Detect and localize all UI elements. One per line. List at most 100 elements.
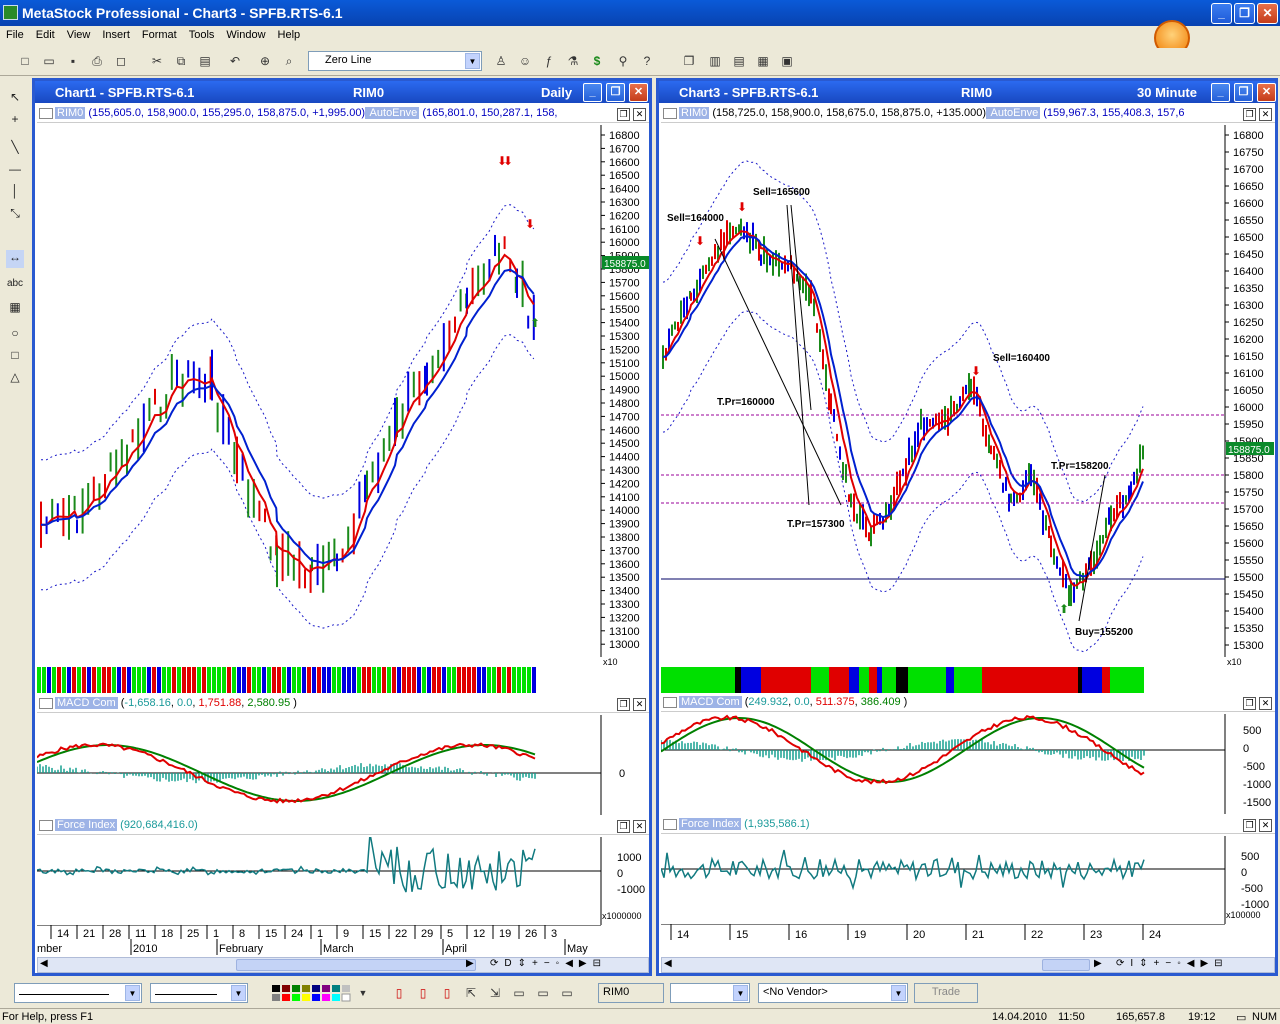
chart1-scrollbar[interactable]: ◀ ▶ ⟳D⇕+−◦◀▶⊟ bbox=[37, 957, 649, 973]
system-icon[interactable]: ⚗ bbox=[564, 52, 582, 70]
chart3-force-plot[interactable]: 5000-500-1000x100000 bbox=[661, 836, 1275, 924]
print-icon[interactable]: ⎙ bbox=[88, 52, 106, 70]
scroll-thumb[interactable] bbox=[1042, 959, 1090, 971]
chart1-force-plot[interactable]: 1000 0 -1000 x1000000 bbox=[37, 837, 649, 925]
object-tool-7-icon[interactable]: ▭ bbox=[534, 984, 552, 1002]
crosshair-tool-icon[interactable]: + bbox=[6, 112, 24, 130]
layout-icon[interactable]: ▣ bbox=[778, 52, 796, 70]
chevron-down-icon[interactable]: ▼ bbox=[733, 985, 748, 1001]
palette-swatches[interactable] bbox=[270, 984, 354, 1002]
menu-help[interactable]: Help bbox=[272, 26, 307, 41]
zoom-icon[interactable]: ⌕ bbox=[280, 52, 298, 70]
open-icon[interactable]: ▭ bbox=[40, 52, 58, 70]
color-palette[interactable] bbox=[270, 984, 354, 1002]
dollar-icon[interactable]: $ bbox=[588, 52, 606, 70]
cascade-icon[interactable]: ❐ bbox=[680, 52, 698, 70]
pane-maximize-button[interactable]: ❐ bbox=[617, 108, 630, 121]
chevron-down-icon[interactable]: ▼ bbox=[125, 985, 140, 1001]
pointer-icon[interactable]: ↖ bbox=[6, 90, 24, 108]
menu-insert[interactable]: Insert bbox=[96, 26, 136, 41]
chart1-zoom-controls[interactable]: ⟳D⇕+−◦◀▶⊟ bbox=[490, 958, 607, 969]
line-width-select[interactable]: ▼ bbox=[150, 983, 248, 1003]
line-type-select[interactable]: ▼ bbox=[14, 983, 142, 1003]
cut-icon[interactable]: ✂ bbox=[148, 52, 166, 70]
symbol-field[interactable]: RIM0 bbox=[598, 983, 664, 1003]
menu-format[interactable]: Format bbox=[136, 26, 183, 41]
security-select[interactable]: ▼ bbox=[670, 983, 750, 1003]
chart3-macd-plot[interactable]: 500 0 -500 -1000 -1500 bbox=[661, 714, 1275, 814]
palette-dropdown-icon[interactable]: ▼ bbox=[354, 984, 372, 1002]
text-icon[interactable]: abc bbox=[6, 278, 24, 296]
rectangle-icon[interactable]: □ bbox=[6, 348, 24, 366]
trade-button[interactable]: Trade bbox=[914, 983, 978, 1003]
copy-icon[interactable]: ⧉ bbox=[172, 52, 190, 70]
vertical-line-icon[interactable]: │ bbox=[6, 184, 24, 202]
crosshair-icon[interactable]: ⊕ bbox=[256, 52, 274, 70]
minimize-button[interactable]: _ bbox=[1211, 3, 1232, 24]
chart3-maximize-button[interactable]: ❐ bbox=[1234, 83, 1253, 102]
menu-view[interactable]: View bbox=[61, 26, 97, 41]
close-button[interactable]: ✕ bbox=[1257, 3, 1278, 24]
chart1-macd-plot[interactable]: 0 bbox=[37, 715, 649, 815]
triangle-icon[interactable]: △ bbox=[6, 370, 24, 388]
pane-maximize-button[interactable]: ❐ bbox=[1243, 697, 1256, 710]
chart3-scrollbar[interactable]: ◀ ▶ ⟳I⇕+−◦◀▶⊟ bbox=[661, 957, 1275, 973]
maximize-button[interactable]: ❐ bbox=[1234, 3, 1255, 24]
pane-close-button[interactable]: ✕ bbox=[1259, 108, 1272, 121]
scroll-right-icon[interactable]: ▶ bbox=[1094, 958, 1102, 969]
object-tool-1-icon[interactable]: ▯ bbox=[390, 984, 408, 1002]
chart1-price-plot[interactable]: 1680016700 1660016500 164001630016200 16100… bbox=[37, 125, 649, 665]
object-tool-4-icon[interactable]: ⇱ bbox=[462, 984, 480, 1002]
menu-edit[interactable]: Edit bbox=[30, 26, 61, 41]
pane-close-button[interactable]: ✕ bbox=[1259, 697, 1272, 710]
object-tool-2-icon[interactable]: ▯ bbox=[414, 984, 432, 1002]
save-icon[interactable]: ▪ bbox=[64, 52, 82, 70]
undo-icon[interactable]: ↶ bbox=[226, 52, 244, 70]
pane-maximize-button[interactable]: ❐ bbox=[617, 820, 630, 833]
menu-window[interactable]: Window bbox=[220, 26, 271, 41]
explorer-icon[interactable]: ⚲ bbox=[614, 52, 632, 70]
pane-close-button[interactable]: ✕ bbox=[1259, 819, 1272, 832]
chart1-maximize-button[interactable]: ❐ bbox=[606, 83, 625, 102]
menu-tools[interactable]: Tools bbox=[183, 26, 221, 41]
pane-close-button[interactable]: ✕ bbox=[633, 108, 646, 121]
new-icon[interactable]: □ bbox=[16, 52, 34, 70]
lock-icon[interactable]: ♙ bbox=[492, 52, 510, 70]
object-tool-8-icon[interactable]: ▭ bbox=[558, 984, 576, 1002]
pane-close-button[interactable]: ✕ bbox=[633, 698, 646, 711]
menu-file[interactable]: File bbox=[0, 26, 30, 41]
chart1-close-button[interactable]: ✕ bbox=[629, 83, 648, 102]
chevron-down-icon[interactable]: ▼ bbox=[891, 985, 906, 1001]
fan-icon[interactable]: ⤡ bbox=[6, 206, 24, 224]
paste-icon[interactable]: ▤ bbox=[196, 52, 214, 70]
formula-icon[interactable]: ƒ bbox=[540, 52, 558, 70]
chart3-zoom-controls[interactable]: ⟳I⇕+−◦◀▶⊟ bbox=[1116, 958, 1229, 969]
tile-vertical-icon[interactable]: ▥ bbox=[706, 52, 724, 70]
object-tool-5-icon[interactable]: ⇲ bbox=[486, 984, 504, 1002]
tile-horizontal-icon[interactable]: ▤ bbox=[730, 52, 748, 70]
preview-icon[interactable]: ◻ bbox=[112, 52, 130, 70]
ellipse-icon[interactable]: ○ bbox=[6, 326, 24, 344]
chart3-minimize-button[interactable]: _ bbox=[1211, 83, 1230, 102]
pane-maximize-button[interactable]: ❐ bbox=[1243, 819, 1256, 832]
scroll-left-icon[interactable]: ◀ bbox=[664, 958, 672, 969]
tile-grid-icon[interactable]: ▦ bbox=[754, 52, 772, 70]
expert-icon[interactable]: ☺ bbox=[516, 52, 534, 70]
help-pointer-icon[interactable]: ? bbox=[638, 52, 656, 70]
chevron-down-icon[interactable]: ▼ bbox=[465, 53, 480, 69]
scroll-left-icon[interactable]: ◀ bbox=[40, 958, 48, 969]
scroll-right-icon[interactable]: ▶ bbox=[466, 958, 474, 969]
arrows-icon[interactable]: ↔ bbox=[6, 250, 24, 268]
chart3-close-button[interactable]: ✕ bbox=[1257, 83, 1276, 102]
chart3-price-plot[interactable]: 16800 16750 16700 16650 16600 16550 16500 16450… bbox=[661, 125, 1275, 665]
object-tool-3-icon[interactable]: ▯ bbox=[438, 984, 456, 1002]
pane-close-button[interactable]: ✕ bbox=[633, 820, 646, 833]
horizontal-line-icon[interactable]: — bbox=[6, 162, 24, 180]
vendor-select[interactable]: <No Vendor> ▼ bbox=[758, 983, 908, 1003]
chevron-down-icon[interactable]: ▼ bbox=[231, 985, 246, 1001]
pane-maximize-button[interactable]: ❐ bbox=[617, 698, 630, 711]
pane-maximize-button[interactable]: ❐ bbox=[1243, 108, 1256, 121]
chart1-minimize-button[interactable]: _ bbox=[583, 83, 602, 102]
line-style-select[interactable]: Zero Line ▼ bbox=[308, 51, 482, 71]
scroll-thumb[interactable] bbox=[236, 959, 476, 971]
